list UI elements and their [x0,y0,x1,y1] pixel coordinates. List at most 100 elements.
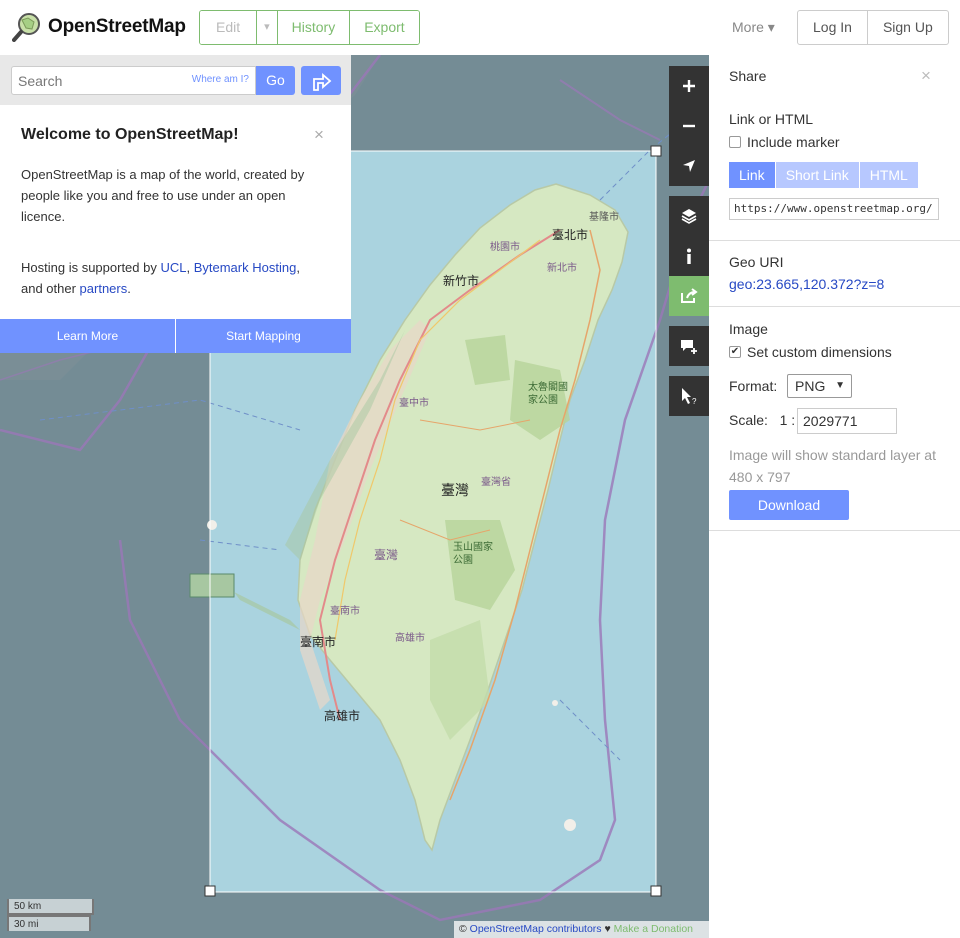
edit-toolbar: Edit ▾ History Export [199,10,420,45]
welcome-close-icon[interactable]: × [314,125,324,145]
header: OpenStreetMap Edit ▾ History Export More… [0,0,960,55]
format-select[interactable]: PNG ▼ [787,374,852,398]
tab-short-link[interactable]: Short Link [775,162,860,188]
zoom-controls [669,66,709,186]
label-yushan: 玉山國家 公園 [453,542,493,566]
heart-text: ♥ [601,923,614,935]
search-bar: Where am I? Go [0,55,351,105]
include-marker-checkbox[interactable]: Include marker [729,134,840,150]
image-heading: Image [729,321,768,337]
custom-dimensions-checkbox[interactable]: ✔ Set custom dimensions [729,344,892,360]
history-button[interactable]: History [277,11,351,44]
label-taiwan-mid: 臺灣 [374,548,399,562]
map-scale: 50 km 30 mi [7,899,94,931]
edit-button[interactable]: Edit [200,11,258,44]
format-label: Format: [729,378,778,394]
label-hsinchu: 新竹市 [443,274,480,288]
label-taiwan-province: 臺灣省 [481,477,511,488]
chevron-down-icon: ▼ [835,380,845,391]
tab-html[interactable]: HTML [859,162,919,188]
welcome-title: Welcome to OpenStreetMap! [21,126,239,143]
welcome-hosting: Hosting is supported by UCL, Bytemark Ho… [21,257,321,299]
tab-link[interactable]: Link [729,162,776,188]
edit-dropdown-button[interactable]: ▾ [257,11,278,44]
donate-link[interactable]: Make a Donation [614,923,693,935]
comma-text: , [186,260,194,275]
start-mapping-button[interactable]: Start Mapping [176,319,351,353]
label-taoyuan: 桃園市 [490,242,520,253]
note-icon[interactable] [669,326,709,366]
label-kaohsiung: 高雄市 [324,709,361,723]
share-url-field[interactable]: https://www.openstreetmap.org/ [729,198,939,220]
zoom-out-icon[interactable] [669,106,709,146]
directions-button[interactable] [301,66,341,95]
bytemark-link[interactable]: Bytemark Hosting [194,260,297,275]
include-marker-box[interactable] [729,136,741,148]
label-kaohsiung-district: 高雄市 [395,633,425,644]
geo-uri-link[interactable]: geo:23.665,120.372?z=8 [729,276,884,292]
logo[interactable]: OpenStreetMap [12,12,186,42]
info-icon[interactable] [669,236,709,276]
note-control [669,326,709,366]
learn-more-button[interactable]: Learn More [0,319,176,353]
label-taroko: 太魯閣國 家公園 [528,382,568,406]
auth-buttons: Log In Sign Up [797,10,949,45]
include-marker-label: Include marker [747,134,840,150]
label-taichung: 臺中市 [399,398,429,409]
share-sidebar: Share × Link or HTML Include marker Link… [709,55,960,938]
query-control: ? [669,376,709,416]
osm-logo-icon [12,12,42,42]
divider [709,530,960,531]
period-text: . [127,281,131,296]
layers-icon[interactable] [669,196,709,236]
welcome-panel: Welcome to OpenStreetMap! × OpenStreetMa… [0,105,351,353]
login-button[interactable]: Log In [798,11,868,44]
partners-link[interactable]: partners [80,281,128,296]
custom-dimensions-label: Set custom dimensions [747,344,892,360]
label-new-taipei: 新北市 [547,263,577,274]
scale-mi: 30 mi [7,915,91,931]
download-button[interactable]: Download [729,490,849,520]
link-html-heading: Link or HTML [729,111,814,127]
link-format-tabs: Link Short Link HTML [729,162,919,188]
format-value: PNG [795,378,826,394]
share-icon[interactable] [669,276,709,316]
contributors-link[interactable]: OpenStreetMap contributors [470,923,602,935]
geo-uri-heading: Geo URI [729,254,784,270]
label-taiwan-big: 臺灣 [441,482,469,498]
custom-dimensions-box[interactable]: ✔ [729,346,741,358]
share-title: Share [729,68,767,84]
scale-km: 50 km [7,899,94,915]
signup-button[interactable]: Sign Up [868,11,948,44]
hosting-text: Hosting is supported by [21,260,161,275]
go-button[interactable]: Go [256,66,295,95]
divider [709,306,960,307]
zoom-in-icon[interactable] [669,66,709,106]
attribution: © OpenStreetMap contributors ♥ Make a Do… [454,921,709,938]
label-tainan: 臺南市 [300,635,337,649]
welcome-actions: Learn More Start Mapping [0,319,351,353]
image-note: Image will show standard layer at 480 x … [729,447,936,485]
directions-icon [301,73,341,98]
export-button[interactable]: Export [350,11,419,44]
svg-text:?: ? [692,397,697,405]
panel-controls [669,196,709,316]
welcome-intro: OpenStreetMap is a map of the world, cre… [21,167,305,224]
share-close-icon[interactable]: × [921,66,931,86]
search-input[interactable] [12,67,187,94]
ucl-link[interactable]: UCL [160,260,186,275]
query-icon[interactable]: ? [669,376,709,416]
more-menu[interactable]: More ▾ [732,19,775,36]
label-keelung: 基隆市 [589,212,619,223]
divider [709,240,960,241]
locate-icon[interactable] [669,146,709,186]
scale-text: Scale: [729,412,768,428]
scale-prefix: 1 : [779,412,796,428]
logo-text: OpenStreetMap [48,16,186,37]
search-field: Where am I? [11,66,256,95]
scale-input[interactable]: 2029771 [797,408,897,434]
copyright-text: © [459,923,470,935]
where-am-i-link[interactable]: Where am I? [192,74,249,85]
label-tainan-district: 臺南市 [330,606,360,617]
scale-label: Scale: 1 : [729,412,795,428]
